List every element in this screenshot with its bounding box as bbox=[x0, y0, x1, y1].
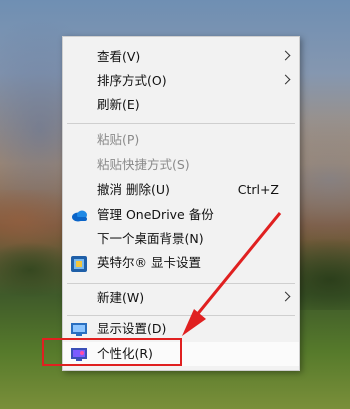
annotation-arrow-icon bbox=[182, 212, 282, 336]
